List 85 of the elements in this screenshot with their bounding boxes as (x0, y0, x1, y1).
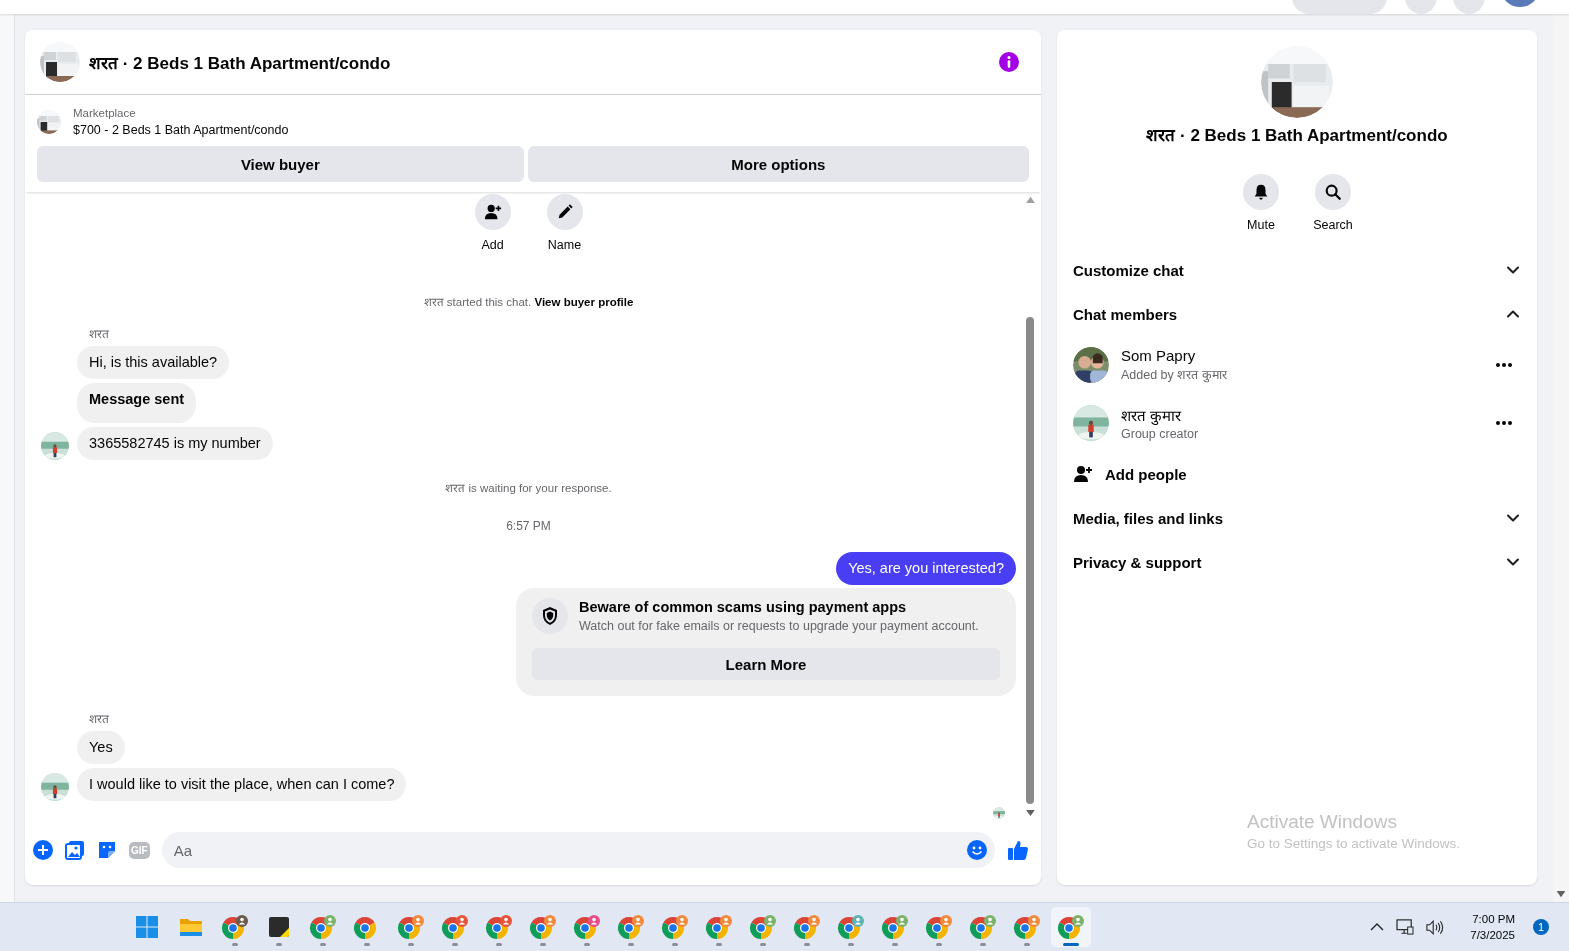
browser-icon (529, 914, 557, 940)
message-bubble: Hi, is this available? (77, 346, 230, 379)
browser-icon (1057, 914, 1085, 940)
scrollbar-thumb[interactable] (1026, 317, 1034, 804)
page-scrollbar[interactable] (1553, 14, 1569, 902)
browser-icon (221, 914, 249, 940)
scroll-down-icon[interactable] (1556, 891, 1566, 898)
listing-source: Marketplace (73, 107, 137, 119)
photo-icon[interactable] (65, 840, 85, 860)
action-label: Search (1313, 218, 1353, 232)
browser-icon (1013, 914, 1041, 940)
view-profile-link[interactable]: View buyer profile (534, 296, 634, 308)
browser-icon (573, 914, 601, 940)
bell-icon (1252, 183, 1270, 201)
browser-icon (837, 914, 865, 940)
sender-name: शरत (89, 712, 109, 726)
scroll-up-icon[interactable] (1025, 196, 1035, 203)
info-icon[interactable] (999, 52, 1019, 72)
mute-button[interactable] (1243, 174, 1279, 210)
conversation-title: शरत · 2 Beds 1 Bath Apartment/condo (89, 52, 392, 74)
add-people-link[interactable]: Add people (1105, 465, 1187, 483)
browser-icon (705, 914, 733, 940)
browser-icon (661, 914, 689, 940)
learn-more-button[interactable]: Learn More (532, 648, 1000, 680)
more-icon[interactable] (1495, 420, 1513, 426)
member-subtitle: Group creator (1121, 427, 1200, 441)
browser-icon (969, 914, 997, 940)
message-bubble: Yes (77, 731, 125, 764)
more-options-button[interactable]: More options (527, 146, 1029, 182)
browser-icon (749, 914, 777, 940)
sticky-note-icon (267, 915, 291, 939)
emoji-icon[interactable] (967, 840, 987, 860)
member-name: Som Papry (1121, 347, 1197, 364)
taskbar-button[interactable] (1051, 907, 1091, 947)
warning-text: Watch out for fake emails or requests to upgrade your payment account. (579, 619, 979, 633)
windows-logo-icon (135, 915, 159, 939)
browser-icon (441, 914, 469, 940)
plus-icon[interactable] (33, 840, 53, 860)
sticker-icon[interactable] (97, 840, 117, 860)
message-input[interactable]: Aa (161, 832, 995, 868)
thumbs-up-icon[interactable] (1007, 839, 1029, 861)
person-add-icon (483, 203, 502, 221)
browser-icon (881, 914, 909, 940)
person-add-icon (1073, 464, 1093, 484)
section-header[interactable]: Privacy & support (1073, 540, 1521, 584)
browser-icon (793, 914, 821, 940)
section-header[interactable]: Media, files and links (1073, 496, 1521, 540)
message-bubble: 3365582745 is my number (77, 427, 273, 460)
browser-icon (617, 914, 645, 940)
search-icon (1324, 183, 1342, 201)
caret-up-icon[interactable] (1370, 922, 1385, 932)
search-button[interactable] (1315, 174, 1351, 210)
warning-title: Beware of common scams using payment apps (579, 599, 908, 615)
conversation-title: शरत · 2 Beds 1 Bath Apartment/condo (1146, 125, 1448, 146)
message-bubble: Yes, are you interested? (836, 552, 1016, 585)
scroll-down-icon[interactable] (1025, 810, 1035, 817)
section-header[interactable]: Customize chat (1073, 248, 1521, 292)
browser-icon (925, 914, 953, 940)
action-label: Mute (1247, 218, 1275, 232)
system-message: शरत is waiting for your response. (445, 482, 612, 494)
browser-icon (397, 914, 425, 940)
activation-notice-title: Activate Windows (1247, 811, 1398, 833)
action-label: Name (547, 238, 582, 252)
action-label: Add (481, 238, 504, 252)
browser-icon (485, 914, 513, 940)
system-message: शरत started this chat. (423, 296, 532, 308)
listing-summary: $700 - 2 Beds 1 Bath Apartment/condo (73, 123, 289, 137)
monitor-icon[interactable] (1396, 919, 1415, 935)
section-header[interactable]: Chat members (1073, 292, 1521, 336)
sender-name: शरत (89, 327, 109, 341)
speaker-icon[interactable] (1426, 919, 1445, 935)
timestamp: 6:57 PM (506, 519, 551, 533)
member-name: शरत कुमार (1121, 406, 1183, 425)
activation-notice-text: Go to Settings to activate Windows. (1247, 836, 1462, 851)
add-member-button[interactable] (474, 194, 511, 230)
clock[interactable]: 7:00 PM 7/3/2025 (1470, 913, 1515, 941)
message-bubble: Message sent (77, 383, 197, 423)
shield-icon (532, 598, 568, 634)
notification-badge[interactable]: 1 (1533, 919, 1549, 935)
more-icon[interactable] (1495, 362, 1513, 368)
message-bubble: I would like to visit the place, when can I come? (77, 768, 407, 801)
member-subtitle: Added by शरत कुमार (1121, 367, 1229, 383)
browser-icon (309, 914, 337, 940)
rename-button[interactable] (546, 194, 583, 230)
view-buyer-button[interactable]: View buyer (37, 146, 524, 182)
